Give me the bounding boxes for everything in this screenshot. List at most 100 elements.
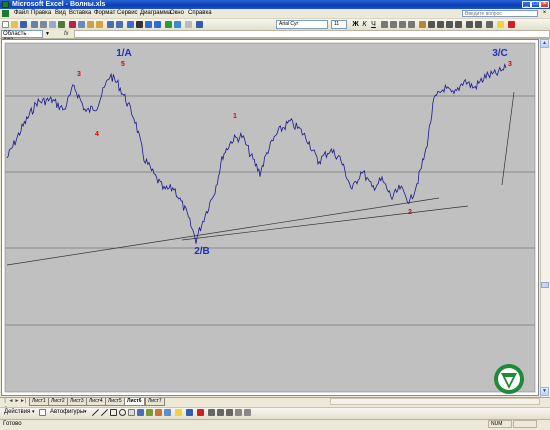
draw-actions-dropdown-icon[interactable]: ▾ (32, 408, 35, 417)
vertical-scrollbar[interactable] (540, 39, 550, 397)
sheet-tab-3[interactable]: Лист3 (67, 398, 87, 406)
document-close-button[interactable]: × (541, 10, 548, 17)
name-box-dropdown-icon[interactable]: ▼ (45, 31, 51, 37)
comma-style-icon[interactable] (437, 21, 444, 28)
sheet-tab-7[interactable]: Лист7 (145, 398, 165, 406)
align-center-icon[interactable] (390, 21, 397, 28)
copy-icon[interactable] (78, 21, 85, 28)
3d-style-icon[interactable] (244, 409, 251, 416)
open-folder-icon[interactable] (11, 21, 18, 28)
cut-icon[interactable] (69, 21, 76, 28)
print-preview-icon[interactable] (49, 21, 56, 28)
redo-icon[interactable] (116, 21, 123, 28)
fx-label[interactable]: fx (64, 30, 69, 38)
excel-app-icon[interactable] (2, 1, 9, 8)
spelling-icon[interactable] (58, 21, 65, 28)
scroll-up-button[interactable]: ▲ (540, 39, 549, 48)
name-box[interactable]: Область диа... (1, 30, 43, 43)
select-objects-icon[interactable] (39, 409, 46, 416)
minimize-button[interactable]: _ (522, 1, 531, 8)
decrease-decimal-icon[interactable] (455, 21, 462, 28)
menu-insert[interactable]: Вставка (69, 9, 91, 18)
dash-style-icon[interactable] (217, 409, 224, 416)
fill-color-icon[interactable] (497, 21, 504, 28)
draw-font-color-icon[interactable] (197, 409, 204, 416)
wave-label-9: 3 (508, 61, 512, 68)
menu-help[interactable]: Справка (188, 9, 212, 18)
increase-decimal-icon[interactable] (446, 21, 453, 28)
autoshapes-dropdown-icon[interactable]: ▾ (84, 408, 87, 417)
menu-window[interactable]: Окно (170, 9, 184, 18)
new-document-icon[interactable] (2, 21, 9, 28)
sheet-tab-1[interactable]: Лист1 (29, 398, 49, 406)
draw-line-color-icon[interactable] (186, 409, 193, 416)
undo-icon[interactable] (107, 21, 114, 28)
sheet-tab-5[interactable]: Лист5 (105, 398, 125, 406)
sort-descending-icon[interactable] (154, 21, 161, 28)
permission-icon[interactable] (31, 21, 38, 28)
menu-file[interactable]: Файл (14, 9, 29, 18)
textbox-tool-icon[interactable] (128, 409, 135, 416)
merge-center-icon[interactable] (408, 21, 415, 28)
workbook-icon[interactable] (2, 10, 9, 17)
help-icon[interactable] (196, 21, 203, 28)
bold-icon[interactable]: Ж (352, 21, 359, 28)
italic-icon[interactable]: К (361, 21, 368, 28)
font-name-select[interactable]: Arial Cyr (276, 20, 328, 29)
draw-actions-menu[interactable]: Действия (4, 408, 30, 417)
format-painter-icon[interactable] (96, 21, 103, 28)
borders-icon[interactable] (486, 21, 493, 28)
save-icon[interactable] (20, 21, 27, 28)
wave-label-6: 4 (95, 131, 99, 138)
font-size-select[interactable]: 11 (331, 20, 347, 29)
menu-chart[interactable]: Диаграмма (140, 9, 171, 18)
autosum-icon[interactable] (136, 21, 143, 28)
align-right-icon[interactable] (399, 21, 406, 28)
close-button[interactable]: × (540, 1, 549, 8)
shadow-style-icon[interactable] (235, 409, 242, 416)
sheet-tab-4[interactable]: Лист4 (86, 398, 106, 406)
line-tool-icon[interactable] (92, 409, 99, 416)
last-sheet-button[interactable]: ►| (20, 398, 26, 405)
autoshapes-menu[interactable]: Автофигуры (50, 408, 84, 417)
wordart-icon[interactable] (137, 409, 144, 416)
rectangle-tool-icon[interactable] (110, 409, 117, 416)
insert-picture-icon[interactable] (164, 409, 171, 416)
diagram-icon[interactable] (146, 409, 153, 416)
help-search-input[interactable]: Введите вопрос (462, 10, 538, 17)
paste-icon[interactable] (87, 21, 94, 28)
horizontal-scrollbar[interactable] (330, 398, 540, 405)
hyperlink-icon[interactable] (127, 21, 134, 28)
font-color-icon[interactable] (508, 21, 515, 28)
clipart-icon[interactable] (155, 409, 162, 416)
align-left-icon[interactable] (381, 21, 388, 28)
oval-tool-icon[interactable] (119, 409, 126, 416)
wave-label-1: 1/A (116, 48, 132, 59)
arrow-style-icon[interactable] (226, 409, 233, 416)
chart-canvas[interactable]: 1/A2/B3/C354123 (2, 40, 538, 395)
underline-icon[interactable]: Ч (370, 21, 377, 28)
chart-area[interactable]: 1/A 2/B 3/C 3 5 4 1 2 3 (1, 39, 539, 396)
line-style-icon[interactable] (208, 409, 215, 416)
draw-fill-color-icon[interactable] (175, 409, 182, 416)
scroll-down-button[interactable]: ▼ (540, 387, 549, 396)
decrease-indent-icon[interactable] (466, 21, 473, 28)
drawing-icon[interactable] (174, 21, 181, 28)
chart-wizard-icon[interactable] (165, 21, 172, 28)
increase-indent-icon[interactable] (475, 21, 482, 28)
maximize-button[interactable]: □ (531, 1, 540, 8)
vertical-scroll-thumb[interactable] (541, 282, 549, 288)
sheet-tab-6[interactable]: Лист6 (124, 398, 145, 406)
sheet-tab-2[interactable]: Лист2 (48, 398, 68, 406)
sort-ascending-icon[interactable] (145, 21, 152, 28)
formula-input[interactable] (74, 30, 550, 38)
currency-icon[interactable] (419, 21, 426, 28)
menu-view[interactable]: Вид (55, 9, 66, 18)
menu-tools[interactable]: Сервис (117, 9, 138, 18)
percent-icon[interactable] (428, 21, 435, 28)
print-icon[interactable] (40, 21, 47, 28)
zoom-icon[interactable] (185, 21, 192, 28)
menu-format[interactable]: Формат (94, 9, 115, 18)
arrow-tool-icon[interactable] (101, 409, 108, 416)
menu-edit[interactable]: Правка (31, 9, 51, 18)
